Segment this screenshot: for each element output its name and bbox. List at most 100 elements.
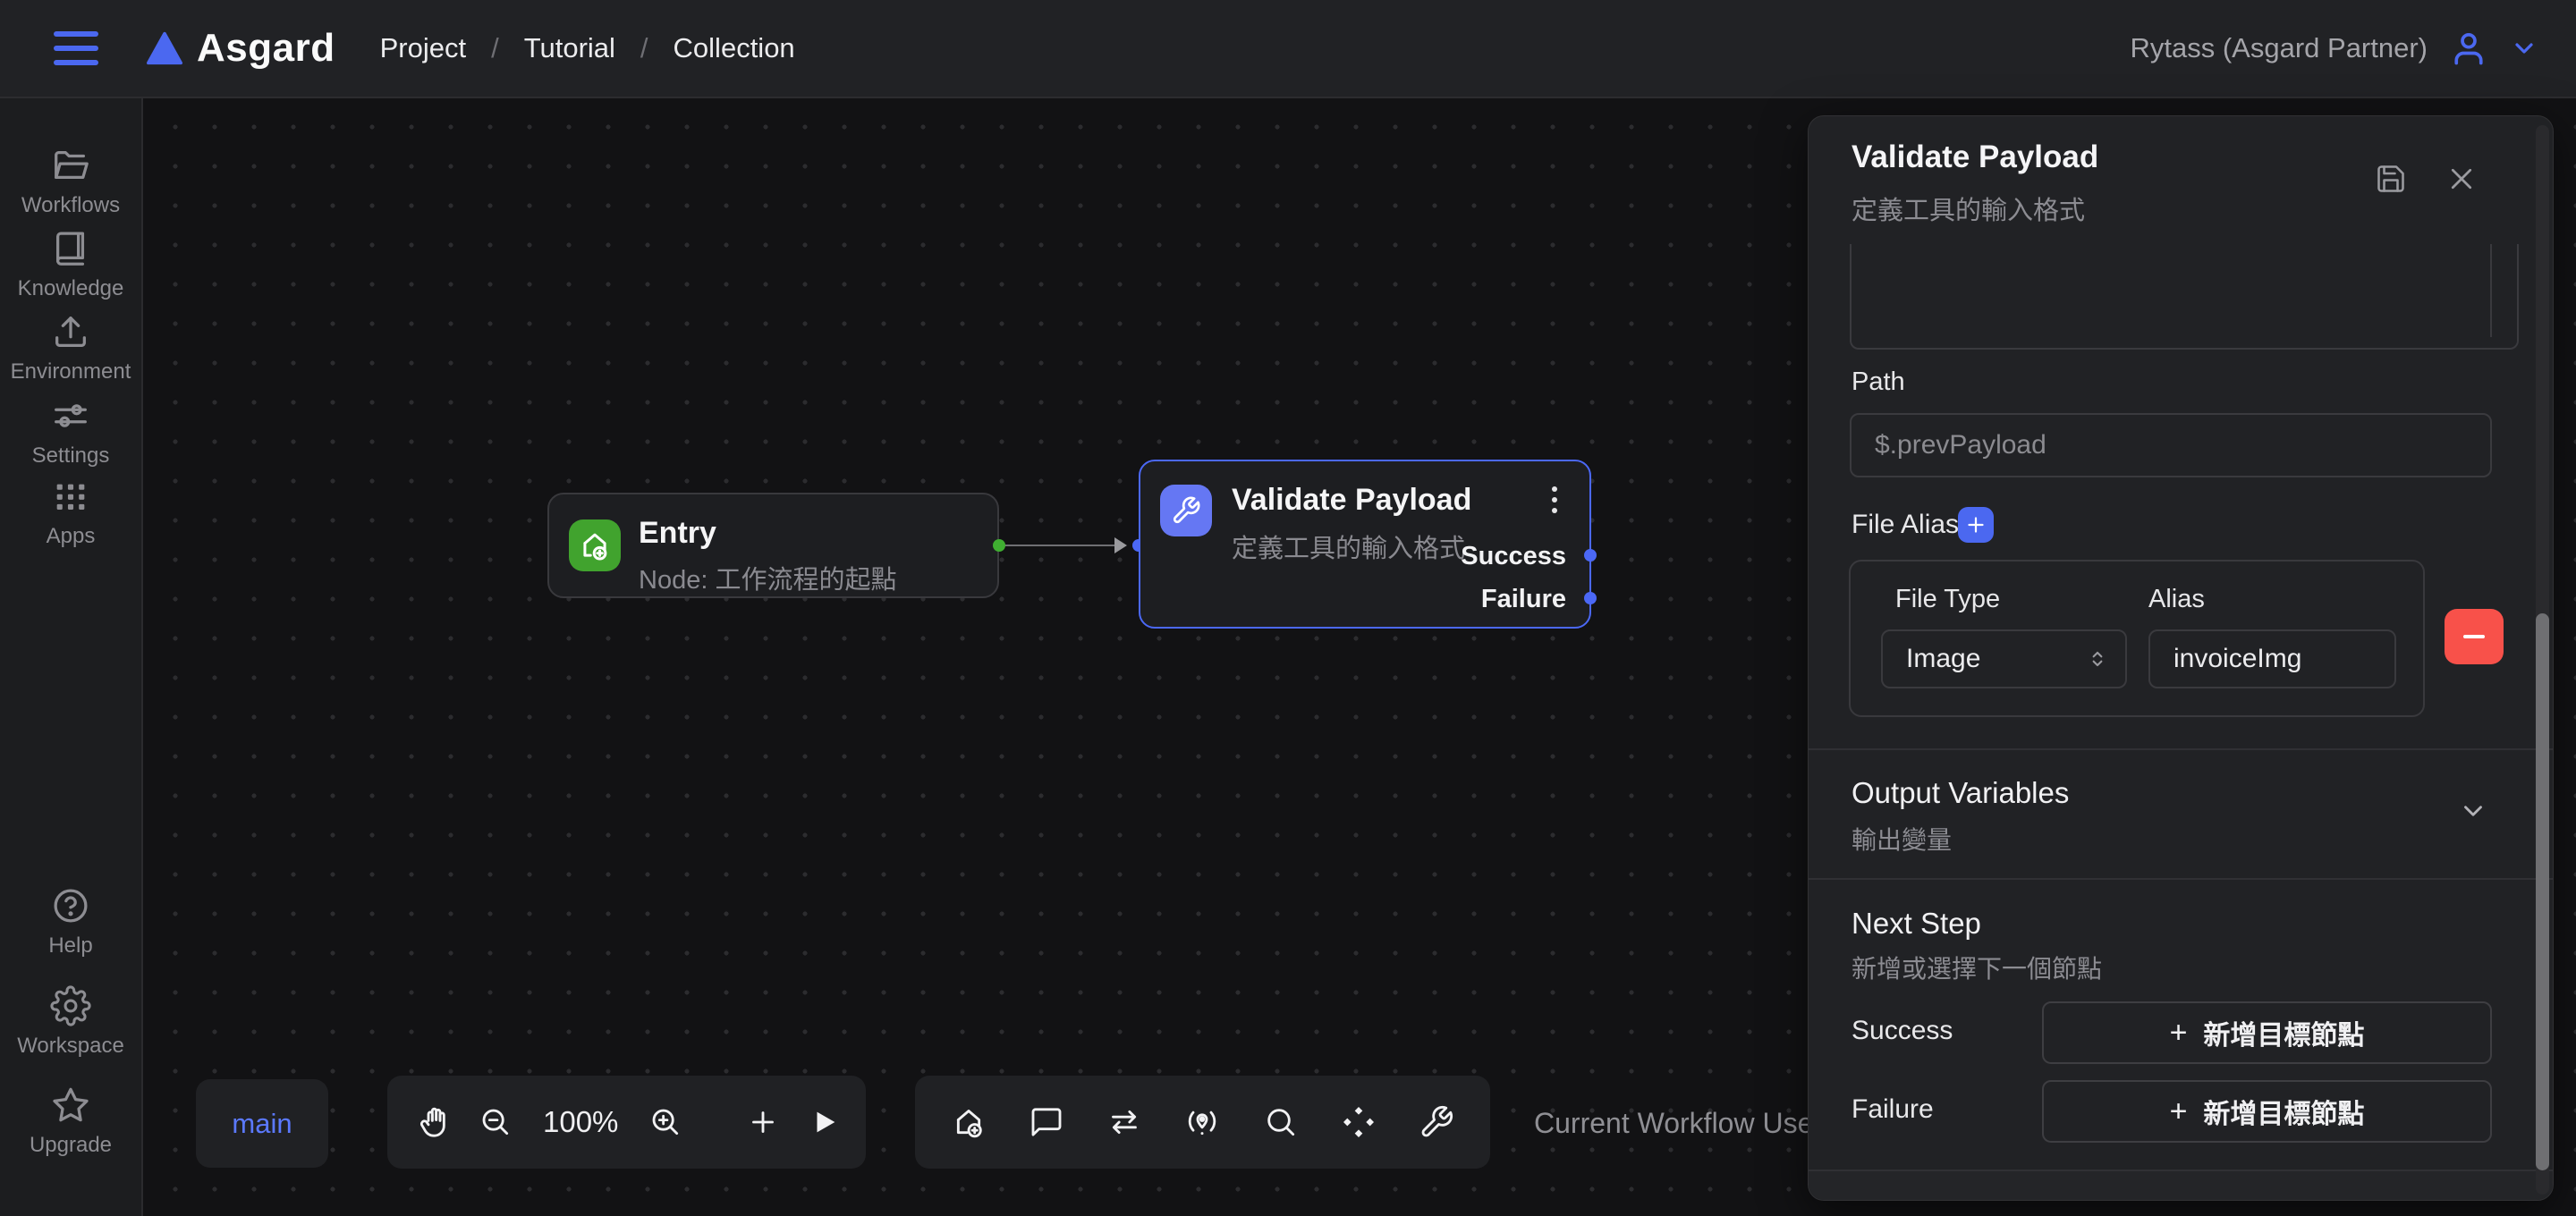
success-output-port[interactable] — [1584, 549, 1597, 562]
breadcrumb-project[interactable]: Project — [380, 32, 466, 64]
entry-node-subtitle: Node: 工作流程的起點 — [639, 559, 896, 596]
close-icon — [2445, 163, 2478, 195]
sliders-icon — [50, 395, 91, 436]
sidebar-item-help[interactable]: Help — [0, 885, 141, 958]
workflow-usage-status: Current Workflow Used — [1534, 1107, 1829, 1140]
user-icon[interactable] — [2449, 29, 2488, 68]
alias-column-header: Alias — [2148, 585, 2205, 614]
folder-icon — [50, 145, 91, 186]
edge-entry-to-validate — [1004, 545, 1121, 546]
section-divider — [1809, 878, 2553, 880]
validate-node-icon — [1160, 485, 1212, 536]
save-floppy-icon — [2375, 163, 2407, 195]
gear-icon — [50, 985, 91, 1026]
entry-output-port[interactable] — [993, 539, 1005, 552]
panel-scrollbar-thumb[interactable] — [2536, 613, 2549, 1170]
book-icon — [50, 228, 91, 269]
alias-input[interactable] — [2174, 644, 2371, 674]
minus-icon — [2463, 635, 2485, 638]
home-plus-icon — [578, 528, 612, 562]
add-entry-node-icon[interactable] — [951, 1104, 987, 1140]
next-step-success-label: Success — [1852, 1016, 1953, 1046]
output-variables-expand-chevron-icon[interactable] — [2458, 796, 2488, 826]
add-success-target-button[interactable]: + 新增目標節點 — [2042, 1001, 2492, 1064]
entry-node[interactable]: Entry Node: 工作流程的起點 — [547, 493, 999, 598]
sidebar-item-workspace[interactable]: Workspace — [0, 985, 141, 1059]
comment-icon[interactable] — [1029, 1104, 1064, 1140]
add-target-label: 新增目標節點 — [2203, 1092, 2364, 1131]
file-alias-label: File Alias — [1852, 510, 1959, 540]
select-chevrons-icon — [2086, 647, 2109, 671]
output-variables-subtitle: 輸出變量 — [1852, 821, 1952, 857]
add-icon[interactable] — [747, 1106, 779, 1138]
file-type-selected-value: Image — [1906, 644, 1980, 674]
panel-subtitle: 定義工具的輸入格式 — [1852, 190, 2085, 227]
path-label: Path — [1852, 367, 1905, 397]
plus-icon: + — [2170, 1094, 2188, 1129]
run-icon[interactable] — [809, 1107, 840, 1137]
save-button[interactable] — [2375, 163, 2407, 195]
schema-textarea[interactable] — [1852, 244, 2517, 348]
sidebar-item-settings[interactable]: Settings — [0, 395, 141, 469]
zoom-level[interactable]: 100% — [538, 1105, 623, 1139]
menu-hamburger-icon[interactable] — [54, 31, 98, 65]
failure-port-label: Failure — [1481, 585, 1566, 614]
diamonds-icon[interactable] — [1341, 1104, 1377, 1140]
success-port-label: Success — [1461, 542, 1566, 571]
file-type-select[interactable]: Image — [1881, 629, 2127, 688]
edge-arrowhead — [1114, 537, 1127, 553]
file-alias-row-group: File Type Alias Image — [1849, 560, 2425, 717]
branch-button[interactable]: main — [196, 1079, 328, 1168]
failure-output-port[interactable] — [1584, 592, 1597, 604]
sidebar-item-label: Knowledge — [18, 276, 124, 301]
plus-icon: + — [2170, 1016, 2188, 1051]
textarea-scrollbar[interactable] — [2490, 244, 2492, 337]
chevron-down-icon[interactable] — [2510, 34, 2538, 63]
sidebar: Workflows Knowledge Environment Settings — [0, 98, 143, 1216]
breadcrumb-tutorial[interactable]: Tutorial — [524, 32, 615, 64]
brand-logo[interactable]: Asgard — [145, 26, 335, 71]
next-step-title: Next Step — [1852, 907, 1981, 941]
plus-icon — [1965, 514, 1987, 536]
sidebar-item-environment[interactable]: Environment — [0, 311, 141, 384]
search-icon[interactable] — [1263, 1104, 1299, 1140]
star-icon — [50, 1085, 91, 1126]
zoom-out-icon[interactable] — [479, 1105, 513, 1139]
swap-arrows-icon[interactable] — [1106, 1104, 1142, 1140]
topbar: Asgard Project / Tutorial / Collection R… — [0, 0, 2576, 98]
node-config-panel: Validate Payload 定義工具的輸入格式 Path input::p… — [1808, 115, 2554, 1201]
sidebar-item-upgrade[interactable]: Upgrade — [0, 1085, 141, 1158]
sidebar-item-label: Apps — [47, 524, 96, 549]
sidebar-item-knowledge[interactable]: Knowledge — [0, 228, 141, 301]
validate-node-title: Validate Payload — [1232, 483, 1471, 518]
validate-payload-node[interactable]: Validate Payload 定義工具的輸入格式 Success Failu… — [1139, 460, 1591, 629]
panel-footer — [1809, 1170, 2553, 1200]
pan-hand-icon[interactable] — [418, 1104, 453, 1140]
breadcrumb-separator: / — [640, 32, 648, 64]
breadcrumb-collection[interactable]: Collection — [674, 32, 795, 64]
path-input[interactable] — [1875, 430, 2467, 460]
close-button[interactable] — [2445, 163, 2478, 195]
sidebar-item-label: Settings — [32, 443, 110, 469]
sidebar-item-workflows[interactable]: Workflows — [0, 145, 141, 218]
zoom-in-icon[interactable] — [648, 1105, 682, 1139]
node-menu-kebab-icon[interactable] — [1552, 486, 1557, 513]
breadcrumb: Project / Tutorial / Collection — [380, 32, 795, 64]
triangle-logo-icon — [145, 30, 184, 66]
add-failure-target-button[interactable]: + 新增目標節點 — [2042, 1080, 2492, 1143]
validate-node-subtitle: 定義工具的輸入格式 — [1232, 528, 1465, 565]
next-step-failure-label: Failure — [1852, 1094, 1934, 1125]
live-location-icon[interactable] — [1184, 1104, 1220, 1140]
canvas-tools-toolbar — [915, 1076, 1490, 1169]
remove-file-alias-button[interactable] — [2445, 609, 2504, 664]
wrench-tool-icon[interactable] — [1419, 1104, 1454, 1140]
app-root: Entry Node: 工作流程的起點 Validate Payload 定義工… — [0, 0, 2576, 1216]
upload-icon — [50, 311, 91, 352]
add-file-alias-button[interactable] — [1958, 507, 1994, 543]
sidebar-item-apps[interactable]: Apps — [0, 476, 141, 549]
section-divider — [1809, 748, 2553, 750]
file-type-column-header: File Type — [1895, 585, 2000, 614]
next-step-subtitle: 新增或選擇下一個節點 — [1852, 950, 2102, 985]
sidebar-item-label: Upgrade — [30, 1133, 112, 1158]
breadcrumb-separator: / — [491, 32, 499, 64]
